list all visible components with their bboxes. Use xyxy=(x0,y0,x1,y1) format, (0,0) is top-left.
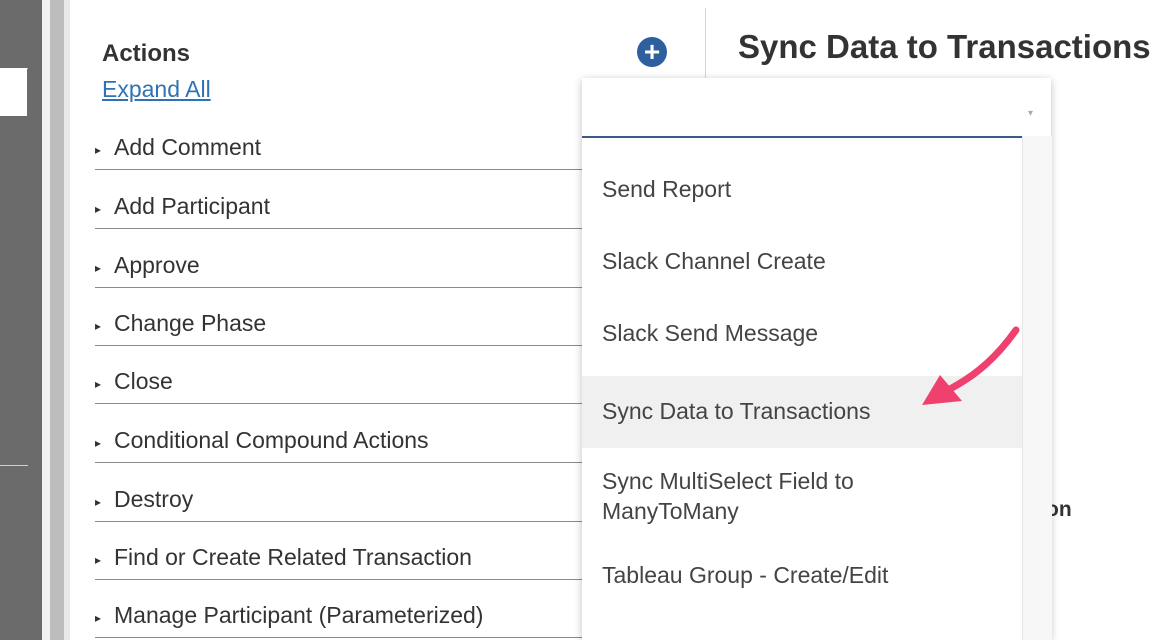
action-item-add-comment[interactable]: ▸ Add Comment xyxy=(95,133,585,170)
caret-right-icon: ▸ xyxy=(95,319,102,333)
caret-right-icon: ▸ xyxy=(95,202,102,216)
action-item-add-participant[interactable]: ▸ Add Participant xyxy=(95,192,585,229)
action-item-approve[interactable]: ▸ Approve xyxy=(95,251,585,288)
action-item-destroy[interactable]: ▸ Destroy xyxy=(95,485,585,522)
action-item-label: Manage Participant (Parameterized) xyxy=(114,602,484,628)
action-item-label: Add Comment xyxy=(114,134,262,160)
chevron-down-icon: ▾ xyxy=(1027,108,1033,119)
action-item-label: Approve xyxy=(114,252,200,278)
option-tableau-group[interactable]: Tableau Group - Create/Edit xyxy=(582,544,1022,604)
action-item-label: Find or Create Related Transaction xyxy=(114,544,472,570)
caret-right-icon: ▸ xyxy=(95,143,102,157)
rail-scrollbar[interactable] xyxy=(50,0,64,640)
action-item-label: Close xyxy=(114,368,173,394)
option-sync-multiselect-field[interactable]: Sync MultiSelect Field to ManyToMany xyxy=(582,452,1022,532)
option-slack-channel-create[interactable]: Slack Channel Create xyxy=(582,230,1022,290)
action-item-label: Conditional Compound Actions xyxy=(114,427,429,453)
action-item-label: Destroy xyxy=(114,486,194,512)
action-item-find-or-create-related-transaction[interactable]: ▸ Find or Create Related Transaction xyxy=(95,543,585,580)
caret-right-icon: ▸ xyxy=(95,377,102,391)
action-item-manage-participant[interactable]: ▸ Manage Participant (Parameterized) xyxy=(95,601,585,638)
expand-all-link[interactable]: Expand All xyxy=(102,76,211,103)
action-item-conditional-compound-actions[interactable]: ▸ Conditional Compound Actions xyxy=(95,426,585,463)
caret-right-icon: ▸ xyxy=(95,495,102,509)
caret-right-icon: ▸ xyxy=(95,553,102,567)
panel-divider xyxy=(705,8,706,88)
caret-right-icon: ▸ xyxy=(95,436,102,450)
action-item-change-phase[interactable]: ▸ Change Phase xyxy=(95,309,585,346)
rail-search-box[interactable] xyxy=(0,68,27,116)
caret-right-icon: ▸ xyxy=(95,261,102,275)
rail-edge xyxy=(64,0,70,640)
action-type-select[interactable]: ▾ xyxy=(582,78,1051,138)
caret-right-icon: ▸ xyxy=(95,611,102,625)
actions-title: Actions xyxy=(102,40,191,67)
rail-divider xyxy=(0,465,28,466)
action-item-label: Change Phase xyxy=(114,310,267,336)
action-item-close[interactable]: ▸ Close xyxy=(95,367,585,404)
plus-icon: + xyxy=(643,36,661,67)
detail-title: Sync Data to Transactions xyxy=(738,28,1151,65)
action-item-label: Add Participant xyxy=(114,193,270,219)
annotation-arrow-icon xyxy=(922,326,1020,405)
option-send-report[interactable]: Send Report xyxy=(582,158,1022,218)
add-action-button[interactable]: + xyxy=(637,37,667,67)
rail-gap xyxy=(42,0,50,640)
